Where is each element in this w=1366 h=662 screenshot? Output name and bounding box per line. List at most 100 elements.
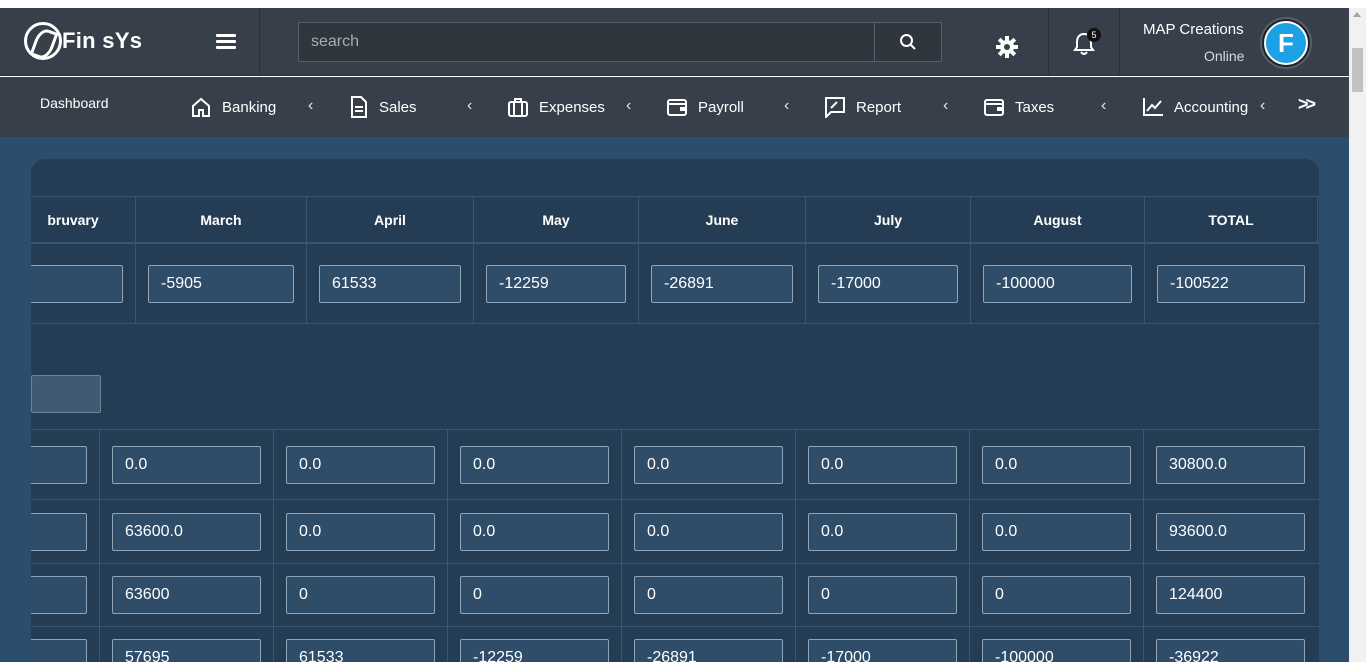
scroll-up-arrow-icon[interactable] bbox=[1353, 12, 1361, 17]
nav-report-label: Report bbox=[856, 98, 902, 116]
table-cell-input[interactable]: -17000 bbox=[808, 639, 957, 662]
nav-expenses[interactable]: Expenses bbox=[507, 77, 605, 137]
table-cell-input[interactable]: 63600.0 bbox=[112, 513, 261, 551]
table-cell-input[interactable]: -100522 bbox=[1157, 265, 1305, 303]
nav-dashboard-label: Dashboard bbox=[40, 95, 109, 111]
table-cell-input[interactable]: -12259 bbox=[486, 265, 626, 303]
nav-payroll-label: Payroll bbox=[698, 98, 744, 116]
budget-table-card: bruvary March April May June July August… bbox=[31, 159, 1319, 662]
user-status: Online bbox=[1204, 48, 1245, 64]
chevron-left-icon[interactable]: ‹ bbox=[308, 97, 313, 115]
table-cell-input[interactable]: 0.0 bbox=[460, 513, 609, 551]
window-top-strip bbox=[0, 0, 1349, 8]
nav-banking-label: Banking bbox=[222, 98, 277, 116]
table-cell-input[interactable]: -17000 bbox=[818, 265, 958, 303]
table-cell-input[interactable] bbox=[31, 576, 87, 614]
table-cell-input[interactable]: -100000 bbox=[983, 265, 1132, 303]
column-header: April bbox=[307, 197, 474, 243]
chevron-left-icon[interactable]: ‹ bbox=[943, 97, 948, 115]
page-scrollbar[interactable] bbox=[1349, 8, 1366, 662]
table-cell-input[interactable]: 0.0 bbox=[286, 513, 435, 551]
table-cell-input[interactable]: 0.0 bbox=[808, 513, 957, 551]
wallet-icon bbox=[984, 99, 1004, 116]
table-cell-input[interactable]: 0.0 bbox=[982, 446, 1131, 484]
table-cell-input[interactable]: 0.0 bbox=[634, 513, 783, 551]
nav-more-button[interactable]: >> bbox=[1298, 94, 1316, 115]
table-cell-input[interactable] bbox=[31, 513, 87, 551]
column-header: May bbox=[474, 197, 639, 243]
table-cell-input[interactable]: 0.0 bbox=[634, 446, 783, 484]
table-cell-input[interactable]: 0.0 bbox=[982, 513, 1131, 551]
logo-text: Fin sYs bbox=[62, 28, 143, 53]
table-cell-input[interactable]: -100000 bbox=[982, 639, 1131, 662]
section-action-button[interactable] bbox=[31, 375, 101, 413]
table-cell-input[interactable]: 57695 bbox=[112, 639, 261, 662]
table-cell-input[interactable]: 61533 bbox=[286, 639, 435, 662]
nav-taxes-label: Taxes bbox=[1015, 98, 1055, 116]
table-cell-input[interactable]: 61533 bbox=[319, 265, 461, 303]
table-row: 63600.0 0.0 0.0 0.0 0.0 0.0 93600.0 bbox=[31, 501, 1319, 564]
header-divider bbox=[259, 8, 260, 76]
table-cell-input[interactable]: 0.0 bbox=[808, 446, 957, 484]
chevron-left-icon[interactable]: ‹ bbox=[626, 97, 631, 115]
table-cell-input[interactable]: 124400 bbox=[1156, 576, 1305, 614]
hamburger-menu-icon[interactable] bbox=[216, 34, 236, 50]
table-cell-input[interactable]: 0 bbox=[634, 576, 783, 614]
table-cell-input[interactable]: -12259 bbox=[460, 639, 609, 662]
document-icon bbox=[351, 96, 367, 118]
top-header: Fin sYs 5 MAP Creati bbox=[0, 8, 1349, 76]
table-cell-input[interactable]: -26891 bbox=[651, 265, 793, 303]
table-cell-input[interactable] bbox=[31, 446, 87, 484]
table-cell-input[interactable]: 0 bbox=[286, 576, 435, 614]
table-cell-input[interactable]: 63600 bbox=[112, 576, 261, 614]
table-cell-input[interactable]: -5905 bbox=[148, 265, 294, 303]
nav-sales[interactable]: Sales bbox=[349, 77, 417, 137]
table-cell-input[interactable]: 30800.0 bbox=[1156, 446, 1305, 484]
table-cell-input[interactable]: 0.0 bbox=[460, 446, 609, 484]
table-cell-input[interactable]: 0 bbox=[982, 576, 1131, 614]
table-cell-input[interactable]: 0.0 bbox=[112, 446, 261, 484]
table-cell-input[interactable] bbox=[31, 639, 87, 662]
search-button[interactable] bbox=[874, 23, 941, 61]
search-input[interactable] bbox=[299, 23, 875, 61]
edit-chart-icon bbox=[825, 97, 845, 118]
nav-accounting[interactable]: Accounting bbox=[1142, 77, 1248, 137]
app-logo[interactable]: Fin sYs bbox=[24, 22, 142, 60]
nav-payroll[interactable]: Payroll bbox=[666, 77, 744, 137]
table-cell-input[interactable]: 0 bbox=[808, 576, 957, 614]
briefcase-icon bbox=[508, 98, 528, 117]
column-header: July bbox=[806, 197, 971, 243]
table-cell-input[interactable] bbox=[31, 265, 123, 303]
nav-report[interactable]: Report bbox=[824, 77, 901, 137]
table-row: 63600 0 0 0 0 0 124400 bbox=[31, 564, 1319, 627]
nav-sales-label: Sales bbox=[379, 98, 417, 116]
search-bar bbox=[298, 22, 942, 62]
table-cell-input[interactable]: -26891 bbox=[634, 639, 783, 662]
column-header: August bbox=[971, 197, 1145, 243]
wallet-icon bbox=[667, 99, 687, 116]
table-cell-input[interactable]: 0 bbox=[460, 576, 609, 614]
chevron-left-icon[interactable]: ‹ bbox=[1260, 97, 1265, 115]
header-divider bbox=[1119, 8, 1120, 76]
chevron-left-icon[interactable]: ‹ bbox=[1101, 97, 1106, 115]
chevron-left-icon[interactable]: ‹ bbox=[467, 97, 472, 115]
nav-banking[interactable]: Banking bbox=[190, 77, 276, 137]
table-cell-input[interactable]: -36922 bbox=[1156, 639, 1305, 662]
nav-taxes[interactable]: Taxes bbox=[983, 77, 1054, 137]
header-divider bbox=[1048, 8, 1049, 76]
column-header: March bbox=[136, 197, 307, 243]
table-cell-input[interactable]: 0.0 bbox=[286, 446, 435, 484]
chevron-left-icon[interactable]: ‹ bbox=[784, 97, 789, 115]
avatar-letter: F bbox=[1264, 21, 1308, 65]
avatar[interactable]: F bbox=[1260, 17, 1312, 69]
gear-icon[interactable] bbox=[996, 36, 1018, 58]
notification-badge: 5 bbox=[1087, 28, 1101, 42]
home-icon bbox=[192, 97, 210, 117]
table-header-row: bruvary March April May June July August… bbox=[31, 196, 1319, 244]
user-name[interactable]: MAP Creations bbox=[1143, 21, 1244, 38]
nav-dashboard[interactable]: Dashboard bbox=[40, 73, 109, 133]
scrollbar-thumb[interactable] bbox=[1352, 48, 1363, 92]
table-row: -5905 61533 -12259 -26891 -17000 -100000… bbox=[31, 244, 1319, 324]
column-header: June bbox=[639, 197, 806, 243]
table-cell-input[interactable]: 93600.0 bbox=[1156, 513, 1305, 551]
